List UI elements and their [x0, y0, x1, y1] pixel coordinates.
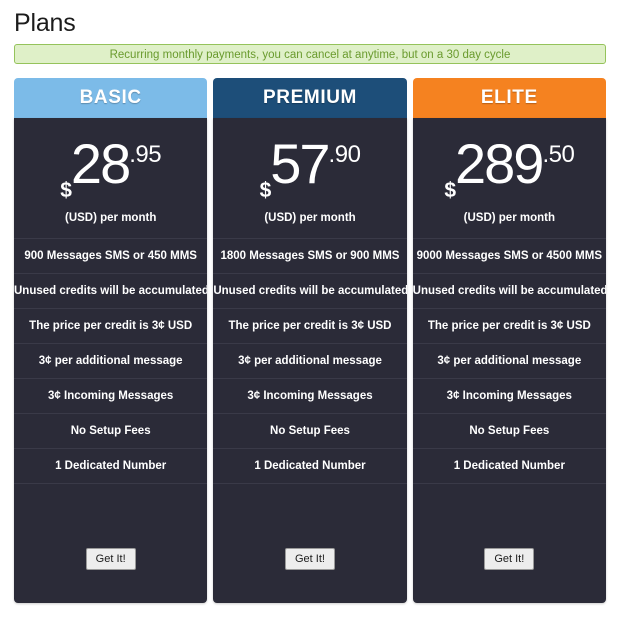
- feature-item: The price per credit is 3¢ USD: [213, 309, 407, 344]
- feature-item: Unused credits will be accumulated: [14, 274, 208, 309]
- pricing-page: Plans Recurring monthly payments, you ca…: [0, 8, 620, 625]
- feature-item: 900 Messages SMS or 450 MMS: [14, 239, 208, 274]
- feature-item: 3¢ per additional message: [213, 344, 407, 379]
- plan-price-basic: $28.95 (USD) per month: [14, 118, 207, 238]
- plan-body-elite: $289.50 (USD) per month 9000 Messages SM…: [412, 118, 606, 603]
- price-caption: (USD) per month: [64, 212, 157, 224]
- plan-body-premium: $57.90 (USD) per month 1800 Messages SMS…: [213, 118, 407, 603]
- get-it-button-basic[interactable]: Get It!: [85, 548, 136, 570]
- price-cents: .50: [542, 141, 575, 168]
- plan-card-premium: PREMIUM $57.90 (USD) per month 1800 Mess…: [213, 78, 407, 603]
- feature-item: 3¢ per additional message: [412, 344, 606, 379]
- cta-wrapper: Get It!: [413, 484, 606, 603]
- plan-body-basic: $28.95 (USD) per month 900 Messages SMS …: [14, 118, 208, 603]
- currency-symbol: $: [60, 179, 72, 202]
- price-line: $289.50: [413, 136, 606, 202]
- feature-item: No Setup Fees: [14, 414, 208, 449]
- price-cents: .95: [129, 141, 162, 168]
- plan-header-premium: PREMIUM: [213, 78, 407, 118]
- get-it-button-elite[interactable]: Get It!: [484, 548, 535, 570]
- price-amount: 28: [70, 132, 131, 195]
- price-line: $57.90: [213, 136, 406, 202]
- plans-container: BASIC $28.95 (USD) per month 900 Message…: [14, 78, 606, 603]
- feature-item: 3¢ Incoming Messages: [412, 379, 606, 414]
- page-title: Plans: [14, 9, 76, 37]
- plan-header-elite: ELITE: [412, 78, 606, 118]
- feature-item: The price per credit is 3¢ USD: [412, 309, 606, 344]
- feature-list-basic: 900 Messages SMS or 450 MMS Unused credi…: [14, 238, 208, 484]
- plan-card-basic: BASIC $28.95 (USD) per month 900 Message…: [14, 78, 208, 603]
- get-it-button-premium[interactable]: Get It!: [285, 548, 335, 570]
- feature-item: 1 Dedicated Number: [412, 449, 606, 484]
- cta-wrapper: Get It!: [14, 484, 207, 603]
- feature-item: 1 Dedicated Number: [213, 449, 407, 484]
- feature-item: 3¢ Incoming Messages: [213, 379, 407, 414]
- currency-symbol: $: [444, 179, 456, 202]
- feature-item: 1 Dedicated Number: [14, 449, 208, 484]
- price-amount: 289: [455, 132, 544, 195]
- cta-wrapper: Get It!: [213, 484, 406, 603]
- feature-item: 3¢ Incoming Messages: [14, 379, 208, 414]
- price-line: $28.95: [14, 136, 207, 202]
- currency-symbol: $: [259, 179, 272, 202]
- feature-item: 9000 Messages SMS or 4500 MMS: [412, 239, 606, 274]
- feature-item: No Setup Fees: [412, 414, 606, 449]
- feature-item: 1800 Messages SMS or 900 MMS: [213, 239, 407, 274]
- recurring-payment-notice: Recurring monthly payments, you can canc…: [14, 44, 606, 64]
- price-amount: 57: [270, 132, 330, 195]
- price-cents: .90: [328, 141, 361, 168]
- plan-price-elite: $289.50 (USD) per month: [413, 118, 606, 238]
- feature-item: The price per credit is 3¢ USD: [14, 309, 208, 344]
- feature-list-elite: 9000 Messages SMS or 4500 MMS Unused cre…: [412, 238, 606, 484]
- feature-list-premium: 1800 Messages SMS or 900 MMS Unused cred…: [213, 238, 407, 484]
- plan-price-premium: $57.90 (USD) per month: [213, 118, 406, 238]
- feature-item: Unused credits will be accumulated: [412, 274, 606, 309]
- feature-item: 3¢ per additional message: [14, 344, 208, 379]
- feature-item: No Setup Fees: [213, 414, 407, 449]
- price-caption: (USD) per month: [463, 212, 555, 224]
- plan-card-elite: ELITE $289.50 (USD) per month 9000 Messa…: [412, 78, 606, 603]
- plan-header-basic: BASIC: [14, 78, 208, 118]
- price-caption: (USD) per month: [264, 212, 356, 224]
- feature-item: Unused credits will be accumulated: [213, 274, 407, 309]
